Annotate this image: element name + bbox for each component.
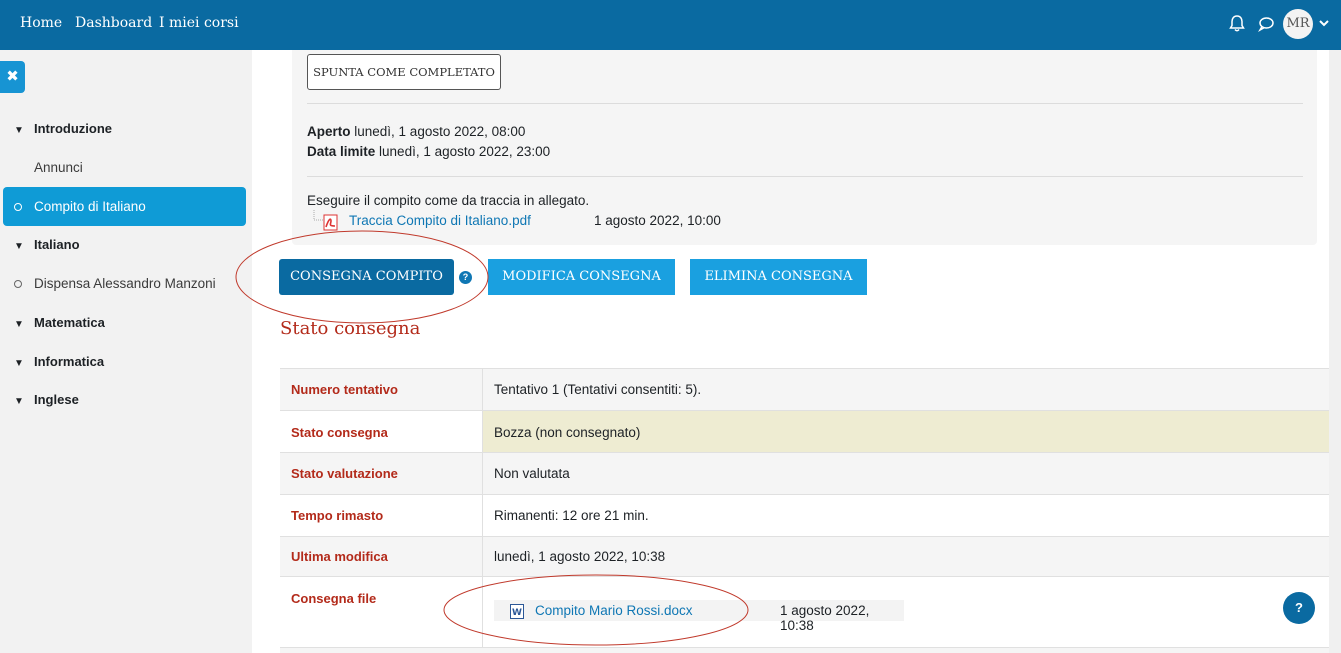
row-value: Non valutata [494, 466, 570, 481]
circle-icon [14, 203, 22, 211]
row-label: Ultima modifica [280, 537, 483, 576]
submit-assignment-button[interactable]: CONSEGNA COMPITO [279, 259, 454, 295]
nav-my-courses-link[interactable]: I miei corsi [159, 15, 239, 31]
row-label: Stato valutazione [280, 453, 483, 494]
section-inglese[interactable]: ▼ Inglese [14, 390, 79, 410]
submission-status-heading: Stato consegna [280, 318, 421, 339]
chat-bubble-icon[interactable] [1257, 14, 1275, 34]
delete-submission-button[interactable]: ELIMINA CONSEGNA [690, 259, 867, 295]
submitted-file-link[interactable]: Compito Mario Rossi.docx [535, 603, 693, 618]
row-label: Numero tentativo [280, 369, 483, 410]
section-introduzione[interactable]: ▼ Introduzione [14, 119, 112, 139]
table-row: Ultima modifica lunedì, 1 agosto 2022, 1… [280, 536, 1330, 576]
edit-submission-button[interactable]: MODIFICA CONSEGNA [488, 259, 675, 295]
divider [307, 103, 1303, 104]
section-informatica[interactable]: ▼ Informatica [14, 352, 104, 372]
table-row: Stato consegna Bozza (non consegnato) [280, 410, 1330, 452]
scrollbar[interactable] [1329, 50, 1341, 653]
svg-text:W: W [512, 608, 522, 618]
table-row: Tempo rimasto Rimanenti: 12 ore 21 min. [280, 494, 1330, 536]
chevron-down-icon: ▼ [14, 396, 24, 407]
question-circle-icon[interactable]: ? [459, 271, 472, 284]
section-italiano[interactable]: ▼ Italiano [14, 235, 80, 255]
circle-icon [14, 280, 22, 288]
drawer-item-annunci[interactable]: Annunci [34, 158, 83, 178]
pdf-file-icon [323, 214, 338, 231]
divider [307, 176, 1303, 177]
section-label: Inglese [34, 392, 79, 407]
row-label: Stato consegna [280, 411, 483, 452]
close-drawer-button[interactable]: ✖ [0, 61, 25, 93]
section-label: Italiano [34, 237, 80, 252]
row-value: Rimanenti: 12 ore 21 min. [494, 508, 649, 523]
row-value: lunedì, 1 agosto 2022, 10:38 [494, 549, 666, 564]
row-value: Tentativo 1 (Tentativi consentiti: 5). [494, 382, 702, 397]
chevron-down-icon: ▼ [14, 319, 24, 330]
due-value: lunedì, 1 agosto 2022, 23:00 [379, 144, 551, 159]
submitted-file-date: 1 agosto 2022, 10:38 [780, 603, 870, 633]
due-date: Data limite lunedì, 1 agosto 2022, 23:00 [307, 144, 550, 159]
word-file-icon: W [510, 604, 524, 619]
table-row: Stato valutazione Non valutata [280, 452, 1330, 494]
section-label: Informatica [34, 354, 105, 369]
submitted-file: W Compito Mario Rossi.docx 1 agosto 2022… [494, 600, 904, 633]
drawer-item-compito-italiano[interactable]: Compito di Italiano [3, 187, 246, 226]
section-label: Introduzione [34, 121, 112, 136]
close-icon: ✖ [6, 68, 19, 85]
assignment-description: Eseguire il compito come da traccia in a… [307, 193, 590, 208]
opened-value: lunedì, 1 agosto 2022, 08:00 [354, 124, 526, 139]
table-row: Numero tentativo Tentativo 1 (Tentativi … [280, 368, 1330, 410]
chevron-down-icon: ▼ [14, 125, 24, 136]
user-avatar[interactable]: MR [1283, 9, 1313, 39]
row-label: Tempo rimasto [280, 495, 483, 536]
attachment-link[interactable]: Traccia Compito di Italiano.pdf [349, 213, 531, 228]
section-label: Matematica [34, 315, 105, 330]
bell-icon[interactable] [1228, 14, 1246, 34]
mark-complete-button[interactable]: SPUNTA COME COMPLETATO [307, 54, 501, 90]
question-circle-icon[interactable]: ? [1283, 592, 1315, 624]
chevron-down-icon: ▼ [14, 358, 24, 369]
row-value: Bozza (non consegnato) [483, 411, 1330, 452]
chevron-down-icon[interactable] [1318, 18, 1330, 28]
due-label: Data limite [307, 144, 376, 159]
table-row [280, 647, 1330, 653]
drawer-item-dispensa[interactable]: Dispensa Alessandro Manzoni [14, 274, 216, 294]
attachment-row: Traccia Compito di Italiano.pdf 1 agosto… [312, 210, 732, 232]
section-matematica[interactable]: ▼ Matematica [14, 313, 105, 333]
attachment-date: 1 agosto 2022, 10:00 [594, 213, 721, 228]
drawer-item-label: Compito di Italiano [34, 199, 146, 214]
opened-label: Aperto [307, 124, 351, 139]
drawer-item-label: Dispensa Alessandro Manzoni [34, 276, 216, 291]
nav-dashboard-link[interactable]: Dashboard [75, 15, 152, 31]
top-navbar: Home Dashboard I miei corsi MR [0, 0, 1341, 50]
row-label: Consegna file [280, 577, 483, 653]
nav-home-link[interactable]: Home [20, 15, 62, 31]
chevron-down-icon: ▼ [14, 241, 24, 252]
opened-date: Aperto lunedì, 1 agosto 2022, 08:00 [307, 124, 525, 139]
